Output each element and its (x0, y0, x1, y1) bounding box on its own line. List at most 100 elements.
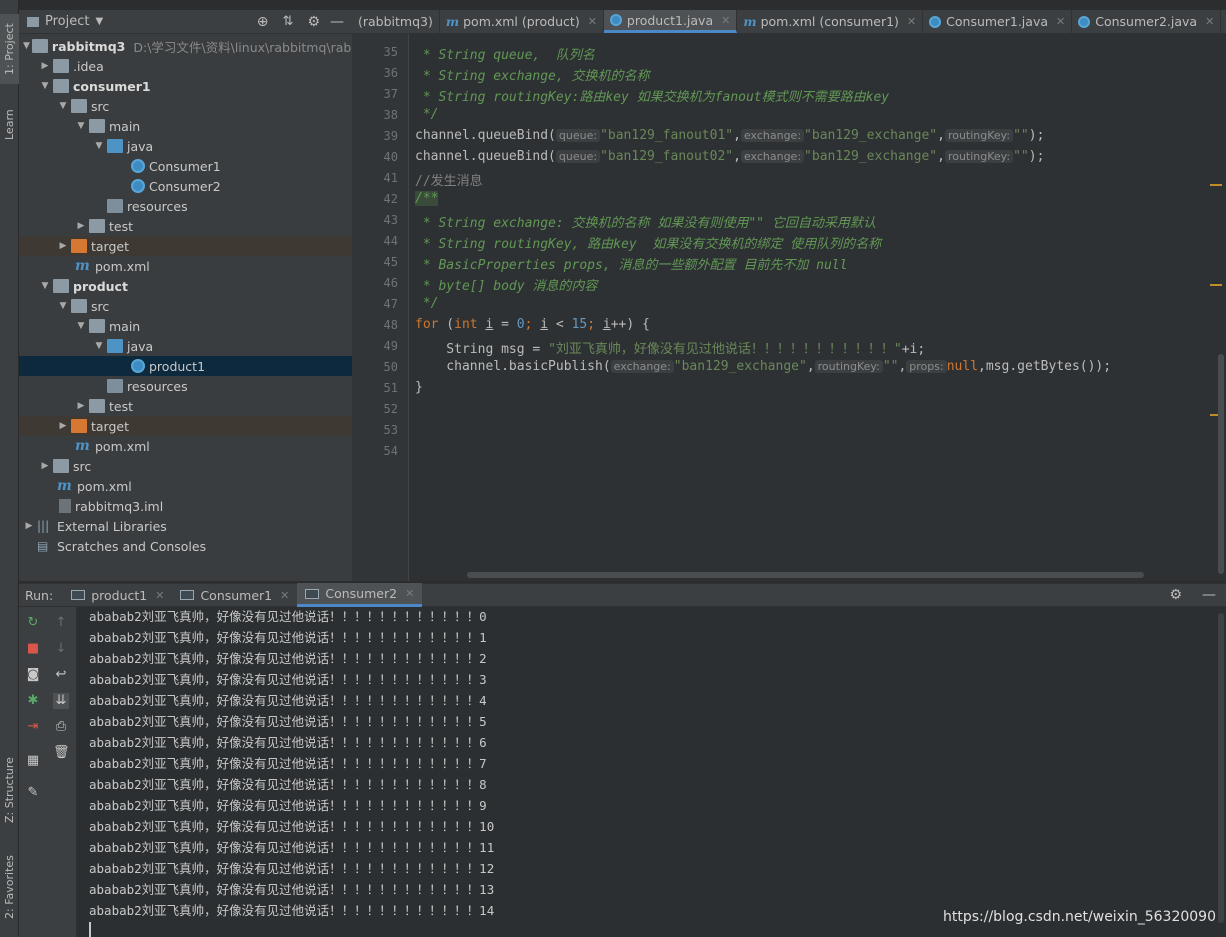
expand-arrow-icon[interactable]: ▶ (75, 401, 87, 411)
tree-item-test[interactable]: ▶ test (19, 396, 352, 416)
close-icon[interactable]: ✕ (280, 589, 289, 602)
exit-icon[interactable]: ⇥ (25, 719, 41, 735)
tree-item-test[interactable]: ▶ test (19, 216, 352, 236)
tree-item-rabbitmq3[interactable]: ▼ rabbitmq3 D:\学习文件\资料\linux\rabbitmq\rabb… (19, 36, 352, 56)
project-view-selector[interactable]: Project (45, 14, 89, 29)
camera-icon[interactable]: ◙ (25, 667, 41, 683)
expand-arrow-icon[interactable]: ▶ (39, 61, 51, 71)
tree-item-consumer1[interactable]: ▼ consumer1 (19, 76, 352, 96)
run-tab-product1[interactable]: product1 ✕ (63, 583, 172, 607)
expand-arrow-icon[interactable]: ▼ (57, 301, 69, 311)
tab-pom-product[interactable]: m pom.xml (product) ✕ (440, 10, 604, 33)
vertical-scrollbar[interactable] (1218, 354, 1224, 574)
line-number-gutter: 35 36 37 38 39 40 41 42 43 44 45 46 47 4… (352, 34, 409, 581)
error-stripe-mark[interactable] (1210, 284, 1222, 286)
tree-item-resources[interactable]: resources (19, 376, 352, 396)
up-arrow-icon[interactable]: ↑ (53, 615, 69, 631)
print-icon[interactable]: ⎙ (53, 719, 69, 735)
close-icon[interactable]: ✕ (721, 14, 730, 27)
tree-label: resources (127, 198, 188, 214)
tree-item-pom[interactable]: m pom.xml (19, 436, 352, 456)
tab-pom-consumer1[interactable]: m pom.xml (consumer1) ✕ (737, 10, 924, 33)
tree-item-idea[interactable]: ▶ .idea (19, 56, 352, 76)
tree-item-consumer1-class[interactable]: Consumer1 (19, 156, 352, 176)
collapse-all-icon[interactable]: ⇅ (283, 14, 294, 29)
stop-icon[interactable]: ■ (25, 641, 41, 657)
expand-arrow-icon[interactable]: ▼ (75, 321, 87, 331)
code-line: for (int i = 0; i < 15; i++) { (415, 317, 650, 332)
tree-item-java[interactable]: ▼ java (19, 136, 352, 156)
close-icon[interactable]: ✕ (155, 589, 164, 602)
code-line: channel.basicPublish(exchange: "ban129_ex… (415, 359, 1112, 374)
tree-item-scratches[interactable]: ▤ Scratches and Consoles (19, 536, 352, 556)
expand-arrow-icon[interactable]: ▼ (23, 41, 30, 51)
tree-label: test (109, 398, 134, 414)
tree-item-src[interactable]: ▼ src (19, 96, 352, 116)
tab-consumer1-java[interactable]: Consumer1.java ✕ (923, 10, 1073, 33)
expand-arrow-icon[interactable]: ▶ (75, 221, 87, 231)
expand-arrow-icon[interactable]: ▼ (39, 281, 51, 291)
locate-icon[interactable]: ⊕ (257, 14, 269, 30)
tree-item-product[interactable]: ▼ product (19, 276, 352, 296)
close-icon[interactable]: ✕ (405, 587, 414, 600)
code-editor[interactable]: 35 36 37 38 39 40 41 42 43 44 45 46 47 4… (352, 34, 1226, 581)
hide-icon[interactable]: — (330, 14, 344, 30)
line-number: 37 (383, 87, 398, 101)
expand-arrow-icon[interactable]: ▼ (93, 341, 105, 351)
code-line: * String routingKey:路由key 如果交换机为fanout模式… (415, 90, 890, 105)
close-icon[interactable]: ✕ (907, 15, 916, 28)
favorites-tool-tab[interactable]: 2: Favorites (0, 845, 19, 930)
layout-icon[interactable]: ▦ (25, 753, 41, 769)
expand-arrow-icon[interactable]: ▶ (23, 521, 35, 531)
console-output[interactable]: ababab2刘亚飞真帅，好像没有见过他说话！！！！！！！！！！！！0 abab… (77, 607, 1226, 937)
expand-arrow-icon[interactable]: ▼ (57, 101, 69, 111)
chevron-down-icon[interactable]: ▼ (95, 16, 103, 27)
soft-wrap-icon[interactable]: ↩ (53, 667, 69, 683)
close-icon[interactable]: ✕ (1205, 15, 1214, 28)
tree-item-resources[interactable]: resources (19, 196, 352, 216)
line-number: 50 (383, 360, 398, 374)
folder-icon (71, 99, 87, 113)
expand-arrow-icon[interactable]: ▼ (39, 81, 51, 91)
run-tab-consumer1[interactable]: Consumer1 ✕ (172, 583, 297, 607)
debug-icon[interactable]: ✱ (25, 693, 41, 709)
close-icon[interactable]: ✕ (1056, 15, 1065, 28)
trash-icon[interactable]: 🗑 (53, 745, 70, 761)
error-stripe-mark[interactable] (1210, 184, 1222, 186)
console-scrollbar[interactable] (1218, 613, 1224, 923)
tree-item-main[interactable]: ▼ main (19, 316, 352, 336)
tree-item-target[interactable]: ▶ target (19, 416, 352, 436)
tree-item-external-libraries[interactable]: ▶ ||| External Libraries (19, 516, 352, 536)
tree-item-consumer2-class[interactable]: Consumer2 (19, 176, 352, 196)
project-tool-tab[interactable]: 1: Project (0, 14, 19, 84)
tree-item-product1-class[interactable]: product1 (19, 356, 352, 376)
expand-arrow-icon[interactable]: ▼ (75, 121, 87, 131)
tree-item-java[interactable]: ▼ java (19, 336, 352, 356)
tree-item-src[interactable]: ▼ src (19, 296, 352, 316)
scroll-to-end-icon[interactable]: ⇊ (53, 693, 69, 709)
pin-icon[interactable]: ✎ (25, 785, 41, 801)
tree-item-src[interactable]: ▶ src (19, 456, 352, 476)
down-arrow-icon[interactable]: ↓ (53, 641, 69, 657)
learn-tool-tab[interactable]: Learn (0, 100, 19, 150)
tree-item-pom[interactable]: m pom.xml (19, 476, 352, 496)
horizontal-scrollbar[interactable] (467, 572, 1144, 578)
expand-arrow-icon[interactable]: ▼ (93, 141, 105, 151)
hide-icon[interactable]: — (1202, 587, 1216, 603)
tree-item-main[interactable]: ▼ main (19, 116, 352, 136)
tab-rabbitmq3[interactable]: (rabbitmq3) (352, 10, 440, 33)
expand-arrow-icon[interactable]: ▶ (57, 421, 69, 431)
tree-item-pom[interactable]: m pom.xml (19, 256, 352, 276)
expand-arrow-icon[interactable]: ▶ (39, 461, 51, 471)
run-tab-consumer2[interactable]: Consumer2 ✕ (297, 583, 423, 607)
rerun-icon[interactable]: ↻ (25, 615, 41, 631)
tab-consumer2-java[interactable]: Consumer2.java ✕ (1072, 10, 1222, 33)
tree-item-target[interactable]: ▶ target (19, 236, 352, 256)
expand-arrow-icon[interactable]: ▶ (57, 241, 69, 251)
gear-icon[interactable]: ⚙ (1169, 587, 1182, 603)
tab-product1-java[interactable]: product1.java ✕ (603, 10, 738, 33)
structure-tool-tab[interactable]: Z: Structure (0, 745, 19, 835)
tree-item-iml[interactable]: rabbitmq3.iml (19, 496, 352, 516)
close-icon[interactable]: ✕ (588, 15, 597, 28)
gear-icon[interactable]: ⚙ (307, 14, 320, 30)
